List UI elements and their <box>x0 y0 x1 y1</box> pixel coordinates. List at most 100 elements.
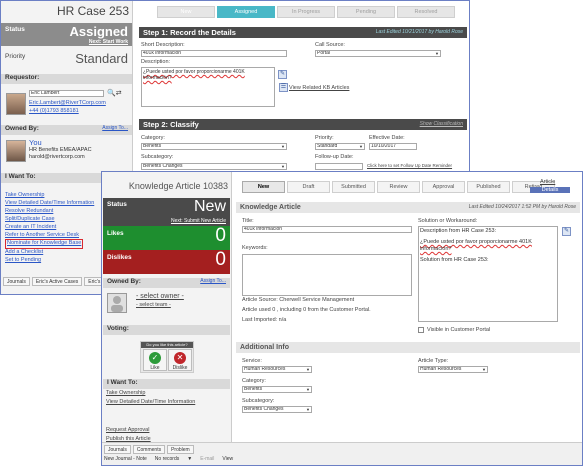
short-desc-input[interactable]: 401k información <box>141 50 287 57</box>
keywords-textarea[interactable] <box>242 254 412 296</box>
thumbs-down-icon: ✕ <box>174 352 186 364</box>
visible-portal-checkbox[interactable] <box>418 327 424 333</box>
kb-next-step-link[interactable]: Next: Submit New Article <box>171 218 226 224</box>
likes-label: Likes <box>107 230 124 237</box>
kb-category-label: Category: <box>242 378 266 384</box>
likes-panel: Likes 0 <box>103 225 230 250</box>
article-type-select[interactable]: Human Resources <box>418 366 488 373</box>
tab-new[interactable]: New <box>157 6 215 18</box>
requestor-phone[interactable]: +44 (0)1793 858181 <box>29 108 79 114</box>
kb-tab-new[interactable]: New <box>242 181 285 193</box>
step1-title: Step 1: Record the Details <box>143 28 236 37</box>
action-split-duplicate[interactable]: Split/Duplicate Case <box>5 216 94 224</box>
spell-check-icon[interactable]: ✎ <box>278 70 287 79</box>
assign-to-link[interactable]: Assign To... <box>102 125 128 131</box>
owner-email: harold@rivertcorp.com <box>29 154 85 160</box>
kb-tab-review[interactable]: Review <box>377 181 420 193</box>
kb-bottom-panel: Journals Comments Problem New Journal - … <box>102 442 582 465</box>
requestor-email[interactable]: Eric.Lambert@RiverTCorp.com <box>29 100 106 106</box>
category-select[interactable]: Benefits <box>141 143 287 150</box>
kb-title: Knowledge Article 10383 <box>128 181 228 191</box>
description-label: Description: <box>141 59 171 65</box>
kb-section-title: Knowledge Article <box>240 204 301 211</box>
owner-name[interactable]: You <box>29 138 42 147</box>
action-resolve-redundant[interactable]: Resolve Redundant <box>5 208 94 216</box>
kb-tab-published[interactable]: Published <box>467 181 510 193</box>
action-create-incident[interactable]: Create an IT Incident <box>5 224 94 232</box>
view-related-kb-link[interactable]: View Related KB Articles <box>289 85 349 91</box>
new-journal-button[interactable]: New Journal - Note <box>104 456 147 462</box>
kb-tab-journals[interactable]: Journals <box>104 445 131 454</box>
kb-tab-submitted[interactable]: Submitted <box>332 181 375 193</box>
action-refer-desk[interactable]: Refer to Another Service Desk <box>5 232 94 240</box>
subcategory-select[interactable]: Benefits Changes <box>141 163 287 170</box>
call-source-select[interactable]: Portal <box>315 50 441 57</box>
priority-label: Priority <box>5 53 26 60</box>
tab-pending[interactable]: Pending <box>337 6 395 18</box>
solution-textarea[interactable]: Description from HR Case 253: ¿Puede ust… <box>418 226 558 322</box>
select-team-link[interactable]: - select team - <box>136 302 171 308</box>
filter-icon[interactable]: ▼ <box>187 456 192 462</box>
action-set-pending[interactable]: Set to Pending <box>5 257 94 265</box>
kb-status-panel: Status New Next: Submit New Article <box>103 198 230 226</box>
kb-title-input[interactable]: 401k información <box>242 226 412 233</box>
dislike-button[interactable]: ✕ Dislike <box>168 349 192 371</box>
description-textarea[interactable]: ¿Puede usted por favor proporcionarme 40… <box>141 67 275 107</box>
requestor-name-field[interactable]: Eric Lambert <box>29 90 104 97</box>
kb-action-view-date-time[interactable]: View Detailed Date/Time Information <box>106 399 195 405</box>
solution-label: Solution or Workaround: <box>418 218 478 224</box>
tab-in-progress[interactable]: In Progress <box>277 6 335 18</box>
tab-active-cases[interactable]: Eric's Active Cases <box>31 277 83 286</box>
kb-tab-approval[interactable]: Approval <box>422 181 465 193</box>
status-value: Assigned <box>69 24 128 39</box>
likes-value: 0 <box>215 225 226 246</box>
kb-owned-by-header: Owned By: Assign To... <box>103 278 230 288</box>
kb-bottom-tabs: Journals Comments Problem <box>104 445 194 454</box>
action-take-ownership[interactable]: Take Ownership <box>5 192 94 200</box>
article-link[interactable]: Article <box>540 179 555 185</box>
kb-owned-by-label: Owned By: <box>107 278 141 285</box>
solution-spell-check-icon[interactable]: ✎ <box>562 227 571 236</box>
view-button[interactable]: View <box>222 456 233 462</box>
kb-sidebar: Knowledge Article 10383 Status New Next:… <box>102 172 232 465</box>
next-step-link[interactable]: Next: Start Work <box>89 39 128 45</box>
select-owner-link[interactable]: - select owner - <box>136 293 184 300</box>
followup-input[interactable] <box>315 163 363 170</box>
subcategory-label: Subcategory: <box>141 154 174 160</box>
tab-resolved[interactable]: Resolved <box>397 6 455 18</box>
kb-tab-draft[interactable]: Draft <box>287 181 330 193</box>
kb-action-take-ownership[interactable]: Take Ownership <box>106 390 145 396</box>
action-view-date-time[interactable]: View Detailed Date/Time Information <box>5 200 94 208</box>
lookup-icons[interactable]: 🔍⇄ <box>107 89 122 97</box>
requestor-label: Requestor: <box>5 74 40 81</box>
show-classification-link[interactable]: Show Classification <box>420 119 463 130</box>
action-nominate-kb[interactable]: Nominate for Knowledge Base <box>5 239 84 250</box>
kb-category-select[interactable]: Benefits <box>242 386 312 393</box>
last-imported: Last Imported: n/a <box>242 317 287 323</box>
service-select[interactable]: Human Resources <box>242 366 312 373</box>
details-link[interactable]: Details <box>530 187 570 193</box>
kb-subcategory-select[interactable]: Benefits Changes <box>242 406 312 413</box>
kb-assign-to-link[interactable]: Assign To... <box>200 278 226 284</box>
kb-action-request-approval[interactable]: Request Approval <box>106 427 149 433</box>
like-button[interactable]: ✓ Like <box>143 349 167 371</box>
email-button[interactable]: E-mail <box>200 456 214 462</box>
followup-reminder-link[interactable]: Click here to set Follow Up Date Reminde… <box>367 163 452 168</box>
kb-articles-icon[interactable]: ☰ <box>279 83 288 92</box>
tab-assigned[interactable]: Assigned <box>217 6 275 18</box>
priority-select[interactable]: Standard <box>315 143 365 150</box>
case-last-edited: Last Edited 10/21/2017 by Harold Rose <box>375 29 463 35</box>
kb-tab-comments[interactable]: Comments <box>132 445 166 454</box>
action-add-checklist[interactable]: Add a Checklist <box>5 249 94 257</box>
dislikes-label: Dislikes <box>107 254 132 261</box>
kb-status-tabs: New Draft Submitted Review Approval Publ… <box>242 181 555 193</box>
step2-title: Step 2: Classify <box>143 120 199 129</box>
dislikes-value: 0 <box>215 249 226 270</box>
no-records-label: No records <box>154 456 180 462</box>
article-type-label: Article Type: <box>418 358 449 364</box>
status-label: Status <box>5 26 25 33</box>
service-label: Service: <box>242 358 262 364</box>
kb-tab-problem[interactable]: Problem <box>167 445 194 454</box>
effective-date-input[interactable]: 10/10/2017 <box>369 143 417 150</box>
tab-journals[interactable]: Journals <box>3 277 30 286</box>
